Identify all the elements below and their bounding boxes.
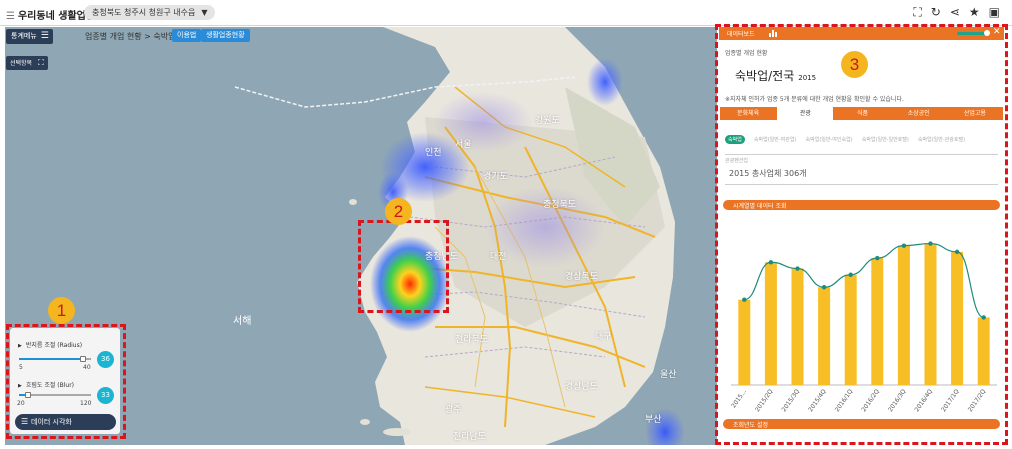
grid-menu-icon[interactable]: ☰ [6, 11, 15, 22]
hamburger-icon: ☰ [40, 31, 49, 41]
province-label-gyeongnam: 경상남도 [565, 382, 599, 392]
stats-menu-button[interactable]: 통계메뉴 ☰ [6, 29, 53, 44]
star-icon[interactable]: ★ [969, 5, 980, 20]
province-label-chungbuk: 충청북도 [543, 200, 577, 210]
top-toolbar-icons: ⛶ ↻ ⋖ ★ ▣ [913, 5, 1000, 20]
province-label-gyeonggi: 경기도 [483, 172, 508, 182]
province-label-jeonnam: 전라남도 [453, 432, 487, 442]
expand-icon: ⛶ [38, 58, 44, 67]
annotation-number-3: 3 [841, 51, 868, 78]
city-label-seoul: 서울 [455, 140, 472, 150]
city-label-daegu: 대구 [595, 332, 612, 342]
industry-status-button[interactable]: 생활업종현황 [201, 29, 250, 42]
annotation-box-2 [358, 220, 449, 313]
sea-label-west: 서해 [233, 316, 252, 327]
annotation-box-1 [6, 324, 126, 439]
province-label-gyeongbuk: 경상북도 [565, 272, 599, 282]
select-items-button[interactable]: 선택항목 ⛶ [6, 56, 48, 70]
refresh-icon[interactable]: ↻ [931, 5, 941, 20]
city-label-ulsan: 울산 [660, 370, 677, 380]
fullscreen-icon[interactable]: ⛶ [913, 5, 921, 20]
print-icon[interactable]: ▣ [989, 5, 1000, 20]
city-label-busan: 부산 [645, 415, 662, 425]
dropdown-arrow-icon: ▼ [201, 8, 208, 17]
city-label-incheon: 인천 [425, 148, 442, 158]
breadcrumb: 업종별 개업 현황 > 숙박업 [85, 32, 176, 41]
province-label-gangwon: 강원도 [535, 116, 560, 126]
province-label-jeonbuk: 전라북도 [455, 335, 489, 345]
city-label-gwangju: 광주 [445, 405, 462, 415]
region-select[interactable]: 충청북도 청주시 청원구 내수읍 ▼ [84, 5, 216, 20]
annotation-number-1: 1 [48, 297, 75, 324]
usage-guide-button[interactable]: 이용법 [172, 29, 202, 42]
annotation-box-3 [715, 24, 1008, 445]
app-title[interactable]: ☰ 우리동네 생활업종 [6, 7, 95, 22]
top-bar: ☰ 우리동네 생활업종 충청북도 청주시 청원구 내수읍 ▼ ⛶ ↻ ⋖ ★ ▣ [0, 0, 1012, 26]
city-label-daejeon: 대전 [490, 252, 507, 262]
annotation-number-2: 2 [385, 198, 412, 225]
share-icon[interactable]: ⋖ [950, 5, 960, 20]
